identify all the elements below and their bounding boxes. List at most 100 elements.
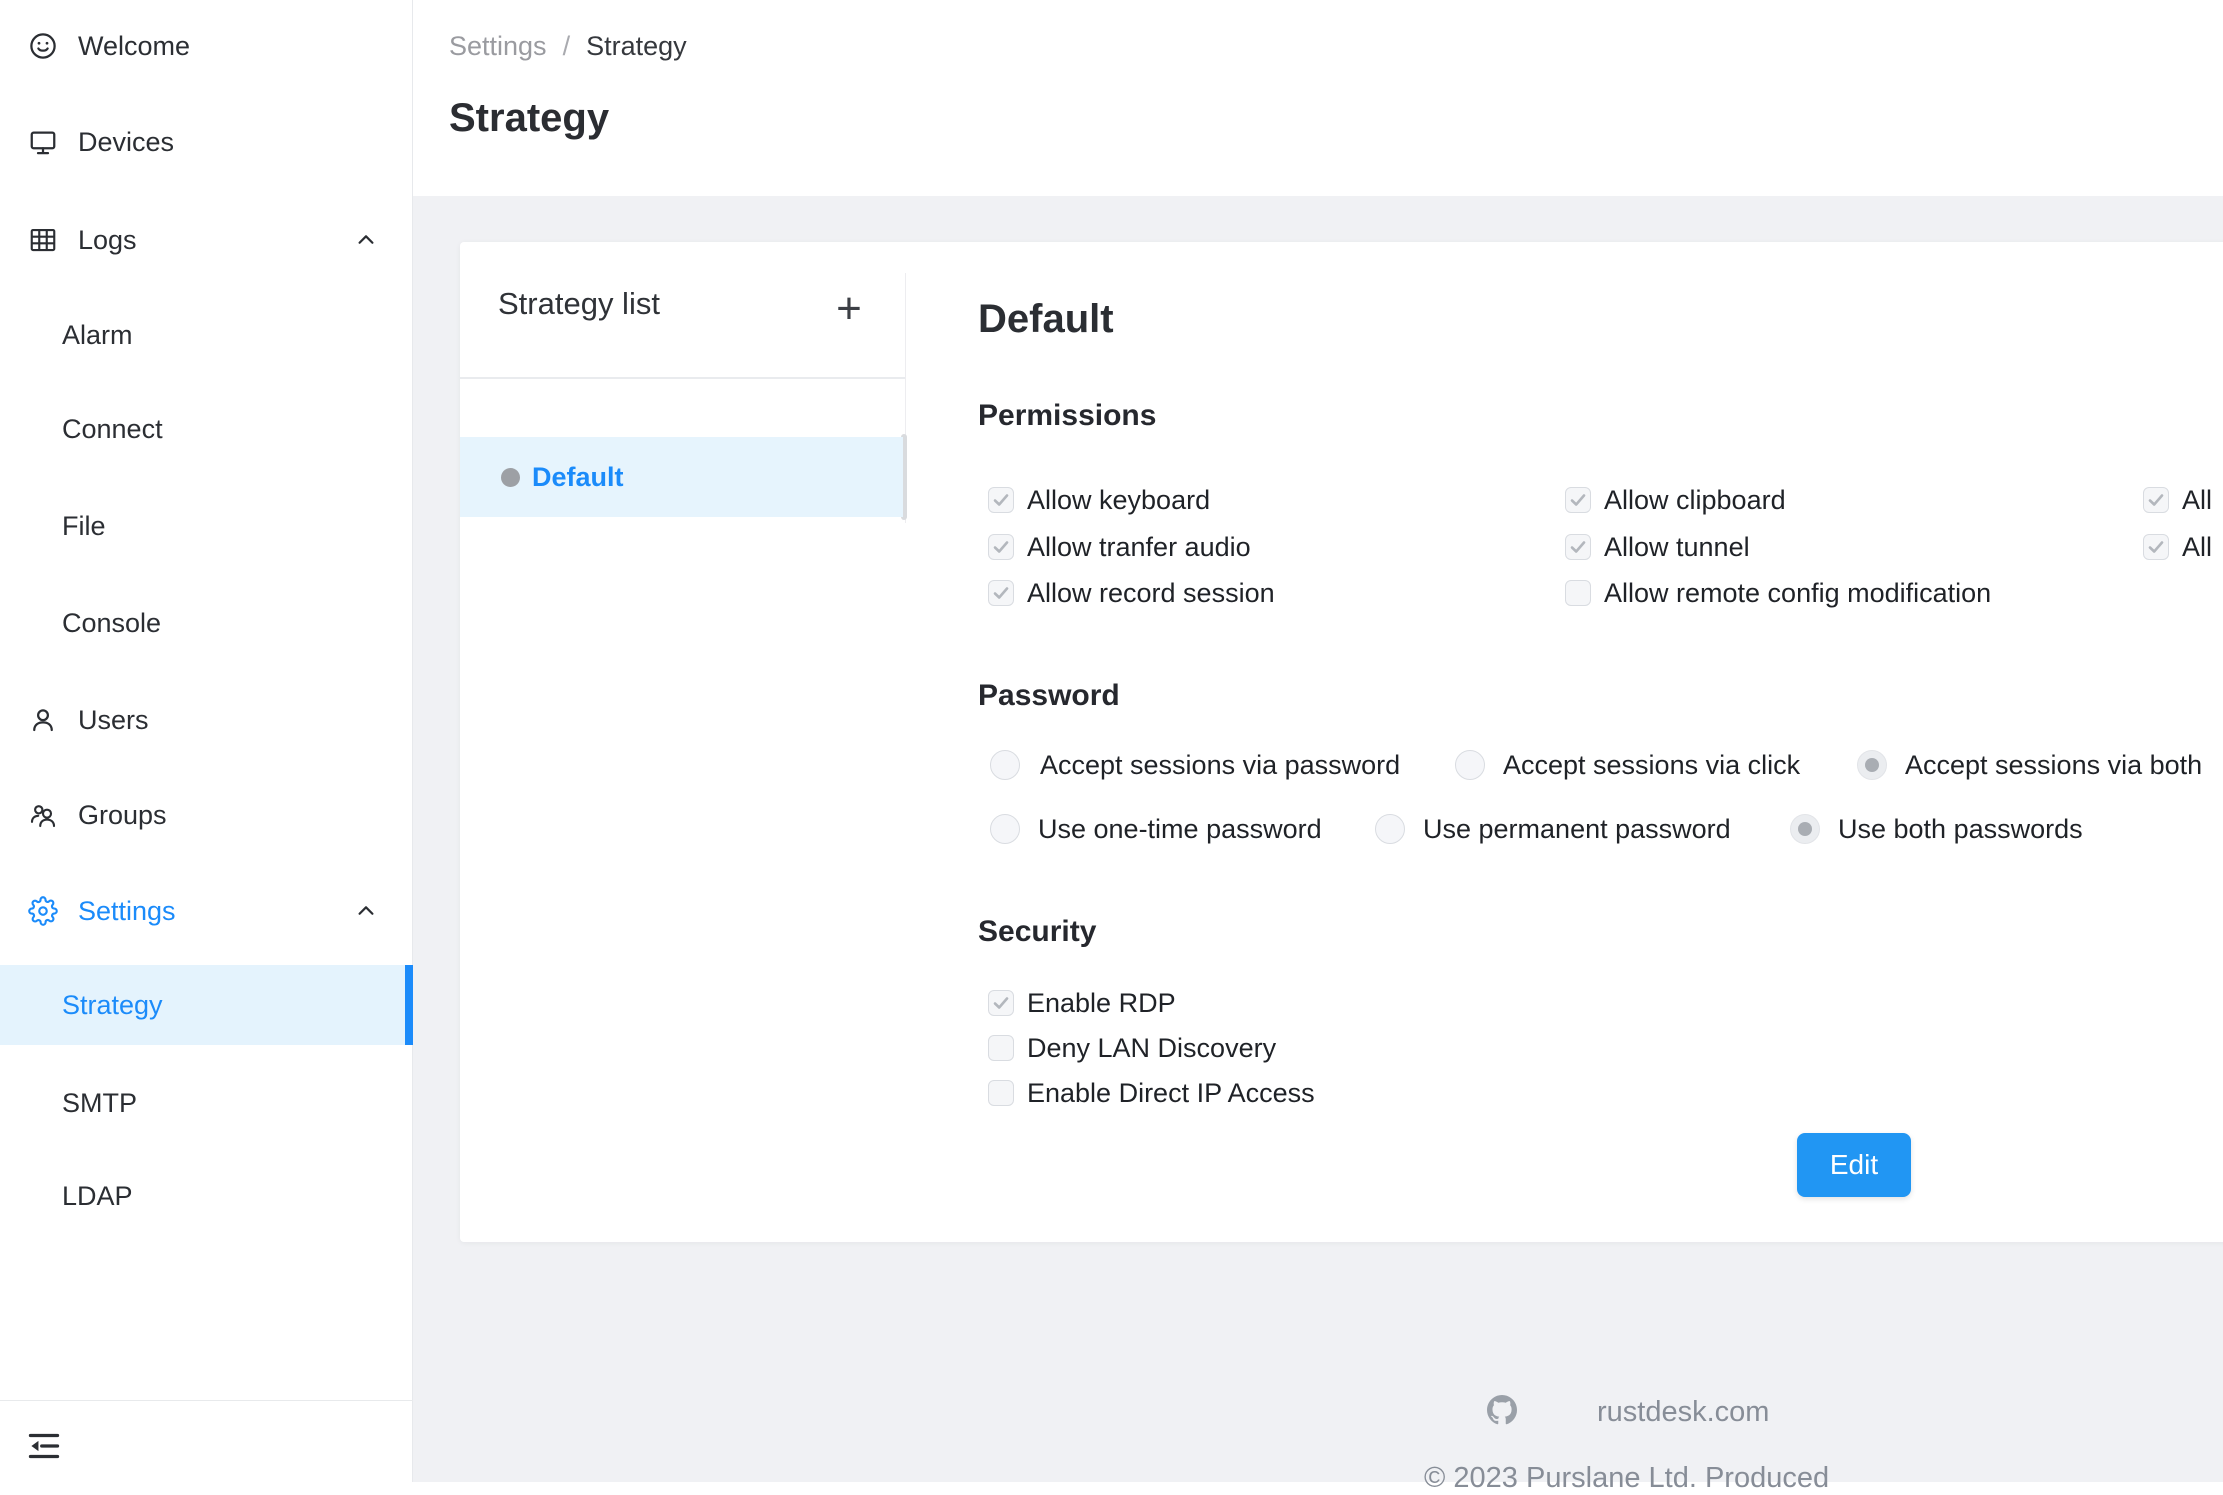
footer-site-link[interactable]: rustdesk.com: [1597, 1396, 1769, 1429]
checkbox-deny-lan-discovery[interactable]: [988, 1035, 1014, 1061]
checkbox-allow-keyboard[interactable]: [988, 487, 1014, 513]
sidebar-item-label: Connect: [62, 414, 163, 445]
sidebar-item-groups[interactable]: Groups: [0, 775, 413, 855]
user-icon: [28, 705, 58, 735]
sidebar-item-logs[interactable]: Logs: [0, 200, 413, 280]
label-allow-transfer-audio[interactable]: Allow tranfer audio: [1027, 532, 1251, 562]
strategy-list-title: Strategy list: [498, 286, 660, 322]
sidebar-item-file[interactable]: File: [0, 486, 413, 566]
label-allow-clipped-1[interactable]: All: [2182, 485, 2212, 515]
label-use-one-time-password[interactable]: Use one-time password: [1038, 814, 1322, 844]
breadcrumb-settings[interactable]: Settings: [449, 31, 547, 62]
sidebar-item-label: Console: [62, 608, 161, 639]
radio-dot: [1865, 758, 1879, 772]
sidebar-item-label: Alarm: [62, 320, 133, 351]
label-allow-keyboard[interactable]: Allow keyboard: [1027, 485, 1210, 515]
sidebar-item-ldap[interactable]: LDAP: [0, 1156, 413, 1236]
sidebar-item-label: SMTP: [62, 1088, 137, 1119]
users-group-icon: [28, 800, 58, 830]
footer-copyright: © 2023 Purslane Ltd. Produced: [1424, 1462, 1829, 1495]
label-allow-record-session[interactable]: Allow record session: [1027, 578, 1275, 608]
check-icon: [2147, 538, 2165, 556]
sidebar-footer-divider: [0, 1400, 413, 1401]
radio-use-one-time-password[interactable]: [990, 814, 1020, 844]
sidebar-item-strategy[interactable]: Strategy: [0, 965, 413, 1045]
checkbox-enable-direct-ip-access[interactable]: [988, 1080, 1014, 1106]
sidebar-item-welcome[interactable]: Welcome: [0, 6, 413, 86]
label-accept-sessions-via-click[interactable]: Accept sessions via click: [1503, 750, 1800, 780]
check-icon: [2147, 491, 2165, 509]
checkbox-allow-record-session[interactable]: [988, 580, 1014, 606]
label-use-both-passwords[interactable]: Use both passwords: [1838, 814, 2083, 844]
sidebar-item-settings[interactable]: Settings: [0, 871, 413, 951]
monitor-icon: [28, 127, 58, 157]
smiley-icon: [28, 31, 58, 61]
breadcrumb-separator: /: [563, 31, 571, 62]
label-allow-clipped-2[interactable]: All: [2182, 532, 2212, 562]
sidebar: Welcome Devices Logs Alarm Connect File …: [0, 0, 413, 1482]
checkbox-allow-tunnel[interactable]: [1565, 534, 1591, 560]
check-icon: [1569, 491, 1587, 509]
radio-dot: [1798, 822, 1812, 836]
label-enable-rdp[interactable]: Enable RDP: [1027, 988, 1176, 1018]
strategy-name: Default: [532, 462, 624, 493]
label-enable-direct-ip-access[interactable]: Enable Direct IP Access: [1027, 1078, 1315, 1108]
collapse-sidebar-button[interactable]: [26, 1428, 62, 1464]
label-allow-clipboard[interactable]: Allow clipboard: [1604, 485, 1786, 515]
edit-button[interactable]: Edit: [1797, 1133, 1911, 1197]
radio-use-permanent-password[interactable]: [1375, 814, 1405, 844]
checkbox-enable-rdp[interactable]: [988, 990, 1014, 1016]
sidebar-item-label: Logs: [78, 225, 137, 256]
strategy-list-item-default[interactable]: Default: [460, 437, 903, 517]
sidebar-item-label: File: [62, 511, 106, 542]
check-icon: [992, 584, 1010, 602]
label-use-permanent-password[interactable]: Use permanent password: [1423, 814, 1731, 844]
check-icon: [992, 538, 1010, 556]
security-heading: Security: [978, 915, 1096, 949]
sidebar-item-alarm[interactable]: Alarm: [0, 295, 413, 375]
strategy-card: Strategy list + Default: [460, 242, 2223, 1242]
password-heading: Password: [978, 679, 1120, 713]
sidebar-item-label: Users: [78, 705, 149, 736]
permissions-heading: Permissions: [978, 399, 1156, 433]
sidebar-item-label: Settings: [78, 896, 176, 927]
sidebar-item-connect[interactable]: Connect: [0, 389, 413, 469]
label-deny-lan-discovery[interactable]: Deny LAN Discovery: [1027, 1033, 1276, 1063]
sidebar-item-label: Groups: [78, 800, 167, 831]
label-allow-tunnel[interactable]: Allow tunnel: [1604, 532, 1750, 562]
breadcrumb: Settings / Strategy: [449, 31, 687, 62]
strategy-detail-title: Default: [978, 297, 1114, 342]
gear-icon: [28, 896, 58, 926]
sidebar-item-label: Devices: [78, 127, 174, 158]
add-strategy-button[interactable]: +: [828, 288, 870, 330]
chevron-up-icon[interactable]: [355, 900, 377, 922]
menu-fold-icon: [26, 1428, 62, 1464]
sidebar-item-users[interactable]: Users: [0, 680, 413, 760]
radio-use-both-passwords[interactable]: [1790, 814, 1820, 844]
label-allow-remote-config-modification[interactable]: Allow remote config modification: [1604, 578, 1991, 608]
chevron-up-icon[interactable]: [355, 229, 377, 251]
sidebar-item-label: Welcome: [78, 31, 190, 62]
checkbox-allow-clipped-1[interactable]: [2143, 487, 2169, 513]
strategy-status-dot: [501, 468, 520, 487]
active-indicator-bar: [405, 965, 413, 1045]
check-icon: [992, 491, 1010, 509]
radio-accept-sessions-via-password[interactable]: [990, 750, 1020, 780]
breadcrumb-current: Strategy: [586, 31, 687, 62]
github-icon[interactable]: [1487, 1395, 1517, 1425]
radio-accept-sessions-via-click[interactable]: [1455, 750, 1485, 780]
page-title: Strategy: [449, 96, 609, 141]
sidebar-item-console[interactable]: Console: [0, 583, 413, 663]
label-accept-sessions-via-both[interactable]: Accept sessions via both: [1905, 750, 2202, 780]
checkbox-allow-clipboard[interactable]: [1565, 487, 1591, 513]
list-header-divider: [460, 377, 905, 379]
checkbox-allow-remote-config-modification[interactable]: [1565, 580, 1591, 606]
sidebar-item-devices[interactable]: Devices: [0, 102, 413, 182]
radio-accept-sessions-via-both[interactable]: [1857, 750, 1887, 780]
check-icon: [992, 994, 1010, 1012]
sidebar-item-smtp[interactable]: SMTP: [0, 1063, 413, 1143]
checkbox-allow-clipped-2[interactable]: [2143, 534, 2169, 560]
checkbox-allow-transfer-audio[interactable]: [988, 534, 1014, 560]
sidebar-item-label: LDAP: [62, 1181, 133, 1212]
label-accept-sessions-via-password[interactable]: Accept sessions via password: [1040, 750, 1400, 780]
